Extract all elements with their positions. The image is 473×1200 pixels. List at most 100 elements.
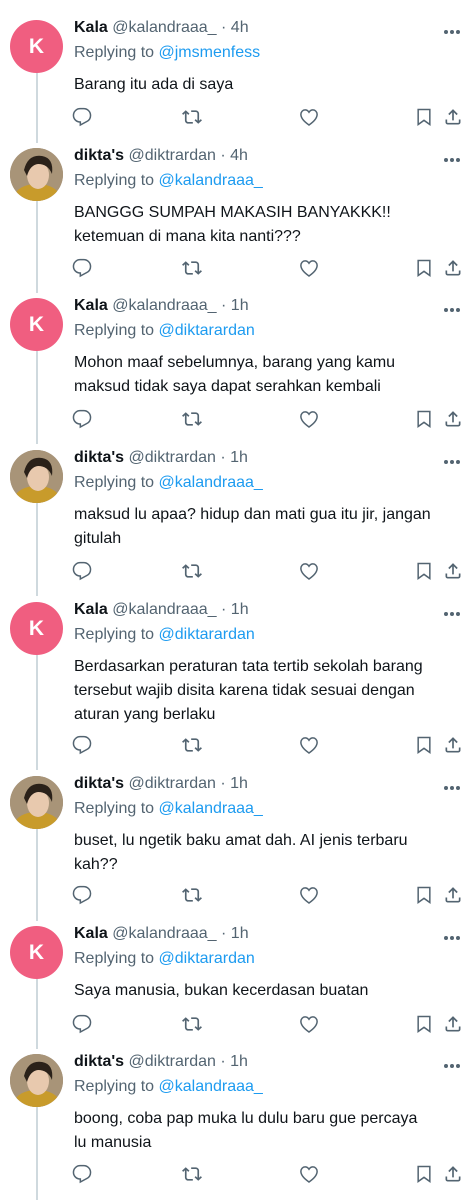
reply-icon[interactable] (72, 409, 92, 429)
mention-link[interactable]: @kalandraaa_ (159, 474, 263, 491)
reply-icon[interactable] (72, 107, 92, 127)
tweet[interactable]: K Kala @kalandraaa_ · 1h Replying to @di… (0, 594, 473, 770)
bookmark-icon[interactable] (414, 885, 434, 905)
bookmark-icon[interactable] (414, 409, 434, 429)
mention-link[interactable]: @diktarardan (159, 950, 255, 967)
display-name[interactable]: dikta's (74, 449, 124, 466)
more-icon[interactable] (443, 300, 461, 312)
more-icon[interactable] (443, 778, 461, 790)
avatar[interactable]: K (10, 926, 63, 979)
avatar[interactable] (10, 776, 63, 829)
bookmark-icon[interactable] (414, 561, 434, 581)
reply-icon[interactable] (72, 1014, 92, 1034)
timestamp[interactable]: 1h (230, 775, 248, 792)
user-handle[interactable]: @kalandraaa_ (112, 925, 216, 942)
mention-link[interactable]: @kalandraaa_ (159, 1078, 263, 1095)
share-icon[interactable] (443, 735, 463, 755)
more-icon[interactable] (443, 928, 461, 940)
share-icon[interactable] (443, 107, 463, 127)
like-icon[interactable] (299, 1014, 319, 1034)
timestamp[interactable]: 1h (230, 449, 248, 466)
avatar[interactable]: K (10, 298, 63, 351)
reply-icon[interactable] (72, 561, 92, 581)
separator-dot: · (221, 19, 227, 36)
avatar[interactable]: K (10, 20, 63, 73)
share-icon[interactable] (443, 1164, 463, 1184)
display-name[interactable]: Kala (74, 601, 108, 618)
share-icon[interactable] (443, 409, 463, 429)
tweet[interactable]: dikta's @diktrardan · 1h Replying to @ka… (0, 1046, 473, 1200)
like-icon[interactable] (299, 1164, 319, 1184)
retweet-icon[interactable] (182, 409, 202, 429)
bookmark-icon[interactable] (414, 1014, 434, 1034)
timestamp[interactable]: 1h (231, 297, 249, 314)
timestamp[interactable]: 1h (231, 925, 249, 942)
bookmark-icon[interactable] (414, 735, 434, 755)
retweet-icon[interactable] (182, 885, 202, 905)
tweet-line: aturan yang berlaku (74, 706, 216, 723)
more-icon[interactable] (443, 604, 461, 616)
retweet-icon[interactable] (182, 107, 202, 127)
avatar[interactable]: K (10, 602, 63, 655)
avatar[interactable] (10, 1054, 63, 1107)
tweet[interactable]: K Kala @kalandraaa_ · 1h Replying to @di… (0, 290, 473, 442)
like-icon[interactable] (299, 258, 319, 278)
timestamp[interactable]: 4h (230, 147, 248, 164)
retweet-icon[interactable] (182, 735, 202, 755)
mention-link[interactable]: @jmsmenfess (159, 44, 261, 61)
retweet-icon[interactable] (182, 561, 202, 581)
tweet[interactable]: K Kala @kalandraaa_ · 1h Replying to @di… (0, 918, 473, 1048)
reply-icon[interactable] (72, 735, 92, 755)
share-icon[interactable] (443, 1014, 463, 1034)
user-handle[interactable]: @diktrardan (129, 1053, 216, 1070)
display-name[interactable]: dikta's (74, 775, 124, 792)
reply-icon[interactable] (72, 885, 92, 905)
mention-link[interactable]: @kalandraaa_ (159, 800, 263, 817)
mention-link[interactable]: @diktarardan (159, 322, 255, 339)
tweet[interactable]: dikta's @diktrardan · 1h Replying to @ka… (0, 442, 473, 594)
user-handle[interactable]: @diktrardan (129, 147, 216, 164)
more-icon[interactable] (443, 22, 461, 34)
user-handle[interactable]: @kalandraaa_ (112, 601, 216, 618)
reply-icon[interactable] (72, 1164, 92, 1184)
bookmark-icon[interactable] (414, 1164, 434, 1184)
user-handle[interactable]: @kalandraaa_ (112, 19, 216, 36)
display-name[interactable]: Kala (74, 19, 108, 36)
retweet-icon[interactable] (182, 1014, 202, 1034)
share-icon[interactable] (443, 561, 463, 581)
like-icon[interactable] (299, 107, 319, 127)
user-handle[interactable]: @diktrardan (129, 775, 216, 792)
like-icon[interactable] (299, 561, 319, 581)
more-icon[interactable] (443, 150, 461, 162)
like-icon[interactable] (299, 735, 319, 755)
retweet-icon[interactable] (182, 1164, 202, 1184)
like-icon[interactable] (299, 885, 319, 905)
tweet[interactable]: dikta's @diktrardan · 1h Replying to @ka… (0, 768, 473, 920)
bookmark-icon[interactable] (414, 258, 434, 278)
like-icon[interactable] (299, 409, 319, 429)
mention-link[interactable]: @kalandraaa_ (159, 172, 263, 189)
display-name[interactable]: dikta's (74, 1053, 124, 1070)
display-name[interactable]: dikta's (74, 147, 124, 164)
tweet[interactable]: dikta's @diktrardan · 4h Replying to @ka… (0, 140, 473, 290)
more-icon[interactable] (443, 452, 461, 464)
user-handle[interactable]: @kalandraaa_ (112, 297, 216, 314)
display-name[interactable]: Kala (74, 925, 108, 942)
avatar[interactable] (10, 148, 63, 201)
bookmark-icon[interactable] (414, 107, 434, 127)
display-name[interactable]: Kala (74, 297, 108, 314)
user-handle[interactable]: @diktrardan (129, 449, 216, 466)
share-icon[interactable] (443, 885, 463, 905)
timestamp[interactable]: 4h (231, 19, 249, 36)
reply-icon[interactable] (72, 258, 92, 278)
tweet[interactable]: K Kala @kalandraaa_ · 4h Replying to @jm… (0, 12, 473, 142)
avatar[interactable] (10, 450, 63, 503)
mention-link[interactable]: @diktarardan (159, 626, 255, 643)
timestamp[interactable]: 1h (230, 1053, 248, 1070)
timestamp[interactable]: 1h (231, 601, 249, 618)
share-icon[interactable] (443, 258, 463, 278)
retweet-icon[interactable] (182, 258, 202, 278)
tweet-line: BANGGG SUMPAH MAKASIH BANYAKKK!! (74, 204, 391, 221)
replying-to: Replying to @diktarardan (74, 626, 255, 644)
more-icon[interactable] (443, 1056, 461, 1068)
